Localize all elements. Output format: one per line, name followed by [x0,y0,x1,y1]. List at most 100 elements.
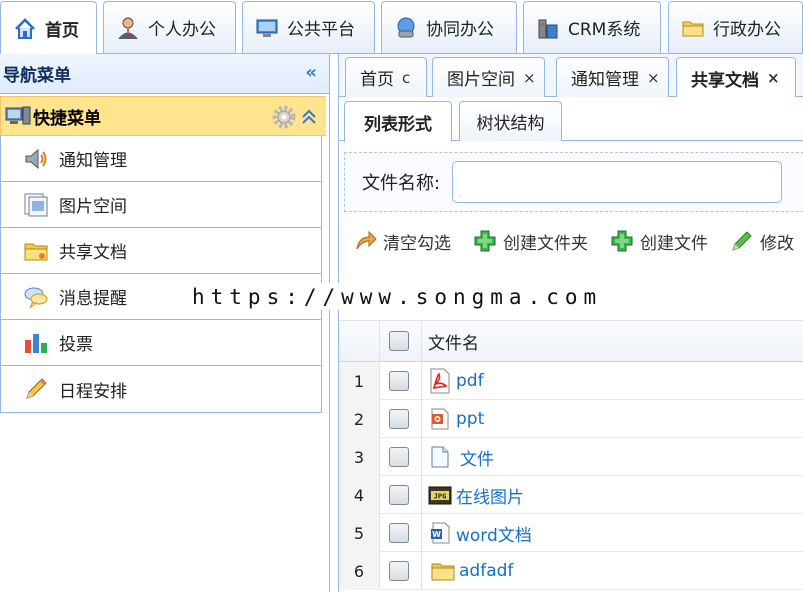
tab-list-view[interactable]: 列表形式 [344,101,452,142]
filename-search-input[interactable] [452,161,783,203]
shared-folder-icon [23,238,49,264]
tab-notice[interactable]: 通知管理 × [556,57,669,97]
create-file-button[interactable]: 创建文件 [610,229,708,254]
collapse-up-icon[interactable] [300,108,318,131]
pdf-icon [428,368,452,394]
close-icon[interactable]: × [767,69,780,87]
table-row[interactable]: 6 adfadf [339,552,803,590]
file-link[interactable]: 在线图片 [456,483,524,508]
row-checkbox[interactable] [389,447,409,467]
row-checkbox[interactable] [389,409,409,429]
top-tab-label: 个人办公 [148,20,216,40]
top-tab-crm[interactable]: CRM系统 [523,1,661,53]
content-panel: 首页 c 图片空间 × 通知管理 × 共享文档 × 列表形式 树状结构 文件名称… [338,54,803,592]
building-icon [536,16,560,40]
button-label: 清空勾选 [383,233,451,254]
person-icon [116,16,140,40]
table-row[interactable]: 2 ppt [339,400,803,438]
quick-menu-header[interactable]: 快捷菜单 [0,96,326,136]
file-link[interactable]: pdf [456,371,484,391]
column-divider [421,362,422,400]
row-checkbox[interactable] [389,523,409,543]
tab-label: 共享文档 [691,70,759,91]
file-link[interactable]: word文档 [456,521,532,546]
svg-text:W: W [432,530,441,539]
top-tab-personal-office[interactable]: 个人办公 [103,1,236,53]
button-label: 修改 [760,233,794,254]
workstation-icon [394,16,418,40]
folder-icon [681,16,705,40]
tab-tree-view[interactable]: 树状结构 [459,101,562,141]
monitor-icon [255,16,279,40]
row-number: 2 [339,400,380,438]
pencil-icon [730,229,754,253]
row-number: 1 [339,362,380,400]
tab-home[interactable]: 首页 c [345,57,427,97]
close-icon[interactable]: × [523,69,536,87]
menu-item-picture-space[interactable]: 图片空间 [1,182,321,228]
toolbar: 清空勾选 创建文件夹 创建文件 修改 [339,217,803,265]
file-link[interactable]: 文件 [460,445,494,470]
quick-menu-list: 通知管理 图片空间 共享文档 消息提醒 投票 日程安排 [0,136,322,413]
plus-icon [610,229,634,253]
table-row[interactable]: 5 W word文档 [339,514,803,552]
create-folder-button[interactable]: 创建文件夹 [473,229,588,254]
word-icon: W [428,520,452,546]
tab-label: 列表形式 [364,114,432,135]
menu-item-label: 通知管理 [59,151,127,171]
select-all-checkbox[interactable] [389,331,409,351]
edit-button[interactable]: 修改 [730,229,794,254]
search-label: 文件名称: [362,173,441,194]
file-link[interactable]: ppt [456,409,484,429]
quick-menu-title: 快捷菜单 [33,108,101,129]
table-row[interactable]: 4 JPG 在线图片 [339,476,803,514]
table-row[interactable]: 3 文件 [339,438,803,476]
computer-icon [5,105,31,127]
menu-item-label: 日程安排 [59,381,127,402]
plus-icon [473,229,497,253]
gear-icon[interactable] [272,105,296,134]
jpg-icon: JPG [428,482,452,508]
refresh-icon[interactable]: c [402,69,410,87]
top-tab-collaboration[interactable]: 协同办公 [381,1,517,53]
menu-item-vote[interactable]: 投票 [1,320,321,366]
svg-text:JPG: JPG [434,493,447,501]
tab-shared-docs[interactable]: 共享文档 × [676,57,796,98]
pencil-icon [23,376,49,402]
nav-panel-header: 导航菜单 « [0,54,329,94]
row-number: 6 [339,552,380,590]
column-divider [421,321,422,362]
menu-item-notice[interactable]: 通知管理 [1,136,321,182]
menu-item-schedule[interactable]: 日程安排 [1,366,321,412]
row-number-header [339,321,380,362]
close-icon[interactable]: × [647,69,660,87]
file-link[interactable]: adfadf [459,561,513,581]
row-checkbox[interactable] [389,485,409,505]
left-nav-panel: 导航菜单 « 快捷菜单 通知管理 图片空间 共享文档 消息提醒 投票 日程安排 [0,54,330,592]
top-tab-label: CRM系统 [568,20,641,40]
menu-item-label: 图片空间 [59,197,127,217]
undo-arrow-icon [353,229,377,253]
column-divider [421,552,422,590]
content-tab-bar: 首页 c 图片空间 × 通知管理 × 共享文档 × [339,54,803,98]
tab-label: 首页 [360,70,394,90]
column-divider [421,514,422,552]
top-tab-label: 行政办公 [713,20,781,40]
row-checkbox[interactable] [389,371,409,391]
clear-selection-button[interactable]: 清空勾选 [353,229,451,254]
menu-item-shared-docs[interactable]: 共享文档 [1,228,321,274]
grid-header: 文件名 [339,321,803,362]
row-checkbox[interactable] [389,561,409,581]
menu-item-label: 消息提醒 [59,289,127,309]
table-row[interactable]: 1 pdf [339,362,803,400]
menu-item-label: 投票 [59,335,93,355]
tab-label: 树状结构 [476,114,545,134]
top-tab-public-platform[interactable]: 公共平台 [242,1,375,53]
tab-picture-space[interactable]: 图片空间 × [432,57,545,97]
column-divider [421,400,422,438]
home-icon [13,17,37,41]
collapse-left-icon[interactable]: « [305,62,317,83]
top-tab-admin-office[interactable]: 行政办公 [668,1,803,53]
top-tab-home[interactable]: 首页 [0,1,97,55]
column-header-filename[interactable]: 文件名 [428,321,479,362]
